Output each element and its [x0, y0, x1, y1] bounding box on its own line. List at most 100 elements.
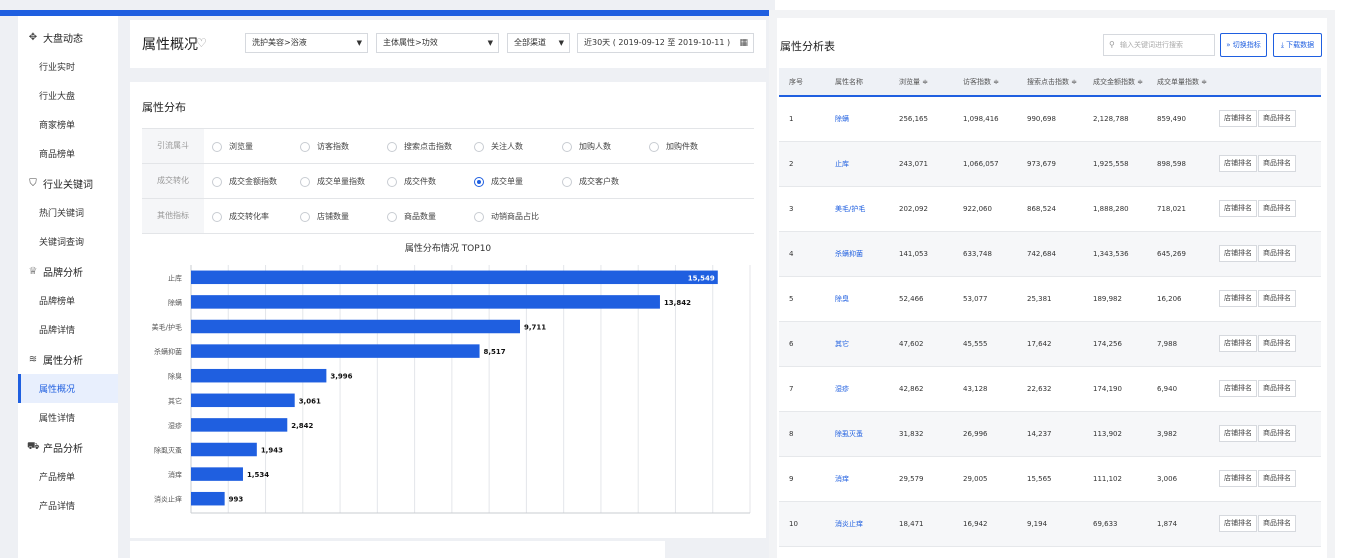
sidebar-group[interactable]: ♕ 品牌分析: [18, 256, 118, 286]
metric-radio[interactable]: 成交单量指数: [300, 176, 365, 187]
attribute-name-link[interactable]: 湿疹: [825, 366, 889, 412]
sidebar-item[interactable]: 属性详情: [18, 403, 118, 432]
column-header[interactable]: 访客指数 ≑: [953, 68, 1017, 97]
sidebar-item[interactable]: 行业大盘: [18, 81, 118, 110]
shop-rank-button[interactable]: 店铺排名: [1219, 470, 1257, 487]
table-cell: 47,602: [889, 321, 953, 367]
product-rank-button[interactable]: 商品排名: [1258, 290, 1296, 307]
sidebar-group[interactable]: ≋ 属性分析: [18, 344, 118, 374]
radio-circle-icon: [212, 141, 222, 152]
product-rank-button[interactable]: 商品排名: [1258, 200, 1296, 217]
attribute-name-link[interactable]: 除虱灭蚤: [825, 411, 889, 457]
metric-radio[interactable]: 关注人数: [474, 141, 523, 152]
attribute-name-link[interactable]: 止库: [825, 141, 889, 187]
sidebar-item[interactable]: 产品榜单: [18, 462, 118, 491]
metric-radio[interactable]: 成交单量: [474, 176, 523, 187]
download-button[interactable]: ⤓ 下载数据: [1273, 33, 1322, 57]
bar-value-label: 1,943: [261, 447, 283, 455]
shop-rank-button[interactable]: 店铺排名: [1219, 425, 1257, 442]
product-rank-button[interactable]: 商品排名: [1258, 425, 1296, 442]
bar: [191, 368, 327, 383]
sidebar-group[interactable]: ⛟ 产品分析: [18, 432, 118, 462]
table-cell: 1,925,558: [1083, 141, 1147, 187]
product-rank-button[interactable]: 商品排名: [1258, 515, 1296, 532]
product-rank-button[interactable]: 商品排名: [1258, 245, 1296, 262]
search-input[interactable]: ⚲ 输入关键词进行搜索: [1103, 34, 1215, 56]
metric-radio[interactable]: 成交转化率: [212, 211, 269, 222]
attribute-table: 序号 属性名称 浏览量 ≑ 访客指数 ≑ 搜索点击指数 ≑ 成交金额指数 ≑ 成交单量指数 …: [779, 68, 1321, 547]
shop-rank-button[interactable]: 店铺排名: [1219, 200, 1257, 217]
attribute-name-link[interactable]: 消炎止痒: [825, 501, 889, 547]
attribute-name-link[interactable]: 其它: [825, 321, 889, 367]
metric-radio[interactable]: 店铺数量: [300, 211, 349, 222]
row-actions: 店铺排名 商品排名: [1209, 456, 1321, 502]
column-header[interactable]: 搜索点击指数 ≑: [1017, 68, 1083, 97]
shop-rank-button[interactable]: 店铺排名: [1219, 515, 1257, 532]
shop-rank-button[interactable]: 店铺排名: [1219, 110, 1257, 128]
attribute-name-link[interactable]: 杀螨抑菌: [825, 231, 889, 277]
bar-value-label: 8,517: [484, 348, 506, 356]
category-select[interactable]: 洗护美容>浴液 ▼: [245, 33, 368, 53]
attribute-select[interactable]: 主体属性>功效 ▼: [376, 33, 499, 53]
metric-radio[interactable]: 动销商品占比: [474, 211, 539, 222]
shop-rank-button[interactable]: 店铺排名: [1219, 290, 1257, 307]
product-rank-button[interactable]: 商品排名: [1258, 335, 1296, 352]
metric-radio[interactable]: 加购件数: [649, 141, 698, 152]
table-cell: 111,102: [1083, 456, 1147, 502]
chart-title: 属性分布情况 TOP10: [405, 242, 492, 254]
product-rank-button[interactable]: 商品排名: [1258, 155, 1296, 172]
shop-rank-button[interactable]: 店铺排名: [1219, 380, 1257, 397]
heart-icon[interactable]: ♡: [196, 36, 207, 50]
channel-select[interactable]: 全部渠道 ▼: [507, 33, 570, 53]
metric-radio[interactable]: 访客指数: [300, 141, 349, 152]
radio-circle-icon: [300, 141, 310, 152]
sidebar-group[interactable]: ✥ 大盘动态: [18, 22, 118, 52]
shop-rank-button[interactable]: 店铺排名: [1219, 155, 1257, 172]
metric-radio[interactable]: 搜索点击指数: [387, 141, 452, 152]
pin-icon: ✥: [28, 31, 38, 43]
date-range-value: 近30天 ( 2019-09-12 至 2019-10-11 ): [584, 38, 731, 47]
column-header[interactable]: 成交金额指数 ≑: [1083, 68, 1147, 97]
shop-rank-button[interactable]: 店铺排名: [1219, 335, 1257, 352]
metric-radio[interactable]: 成交金额指数: [212, 176, 277, 187]
sidebar-group[interactable]: ⛉ 行业关键词: [18, 168, 118, 198]
radio-circle-icon: [300, 211, 310, 222]
sidebar-item[interactable]: 行业实时: [18, 52, 118, 81]
row-actions: 店铺排名 商品排名: [1209, 96, 1321, 142]
date-range-picker[interactable]: 近30天 ( 2019-09-12 至 2019-10-11 ) ▦: [577, 33, 754, 53]
sidebar-item[interactable]: 热门关键词: [18, 198, 118, 227]
sidebar-item[interactable]: 商品榜单: [18, 139, 118, 168]
metric-radio[interactable]: 成交客户数: [562, 176, 619, 187]
column-header[interactable]: 成交单量指数 ≑: [1147, 68, 1209, 97]
sidebar-item[interactable]: 关键词查询: [18, 227, 118, 256]
table-cell: 9: [779, 456, 825, 502]
double-chevron-down-icon: »: [1226, 41, 1231, 49]
metric-radio[interactable]: 商品数量: [387, 211, 436, 222]
metric-radio-label: 商品数量: [404, 212, 436, 221]
bar-value-label: 9,711: [524, 324, 546, 332]
table-cell: 973,679: [1017, 141, 1083, 187]
switch-metric-button[interactable]: » 切换指标: [1220, 33, 1267, 57]
shop-rank-button[interactable]: 店铺排名: [1219, 245, 1257, 262]
product-rank-button[interactable]: 商品排名: [1258, 470, 1296, 487]
filters-card: 属性概况 ♡ 洗护美容>浴液 ▼ 主体属性>功效 ▼ 全部渠道 ▼ 近30天 (…: [130, 20, 766, 68]
product-rank-button[interactable]: 商品排名: [1258, 380, 1296, 397]
sidebar-item[interactable]: 品牌详情: [18, 315, 118, 344]
table-cell: 633,748: [953, 231, 1017, 277]
product-rank-button[interactable]: 商品排名: [1258, 110, 1296, 128]
column-header[interactable]: 浏览量 ≑: [889, 68, 953, 97]
attribute-name-link[interactable]: 除螨: [825, 96, 889, 142]
sidebar-item[interactable]: 产品详情: [18, 491, 118, 520]
sidebar-item[interactable]: 品牌榜单: [18, 286, 118, 315]
table-row: 8 除虱灭蚤 31,832 26,996 14,237 113,902 3,982 店铺排名商…: [779, 411, 1321, 457]
metric-radio[interactable]: 浏览量: [212, 141, 253, 152]
crown-icon: ♕: [28, 265, 38, 277]
attribute-name-link[interactable]: 除臭: [825, 276, 889, 322]
right-panel: 属性分析表 ⚲ 输入关键词进行搜索 » 切换指标 ⤓ 下载数据 序号 属性名称 浏览…: [769, 10, 1335, 558]
metric-radio[interactable]: 成交件数: [387, 176, 436, 187]
sidebar-item[interactable]: 属性概况: [18, 374, 118, 403]
sidebar-item[interactable]: 商家榜单: [18, 110, 118, 139]
metric-radio[interactable]: 加购人数: [562, 141, 611, 152]
attribute-name-link[interactable]: 美毛/护毛: [825, 186, 889, 232]
attribute-name-link[interactable]: 消痒: [825, 456, 889, 502]
